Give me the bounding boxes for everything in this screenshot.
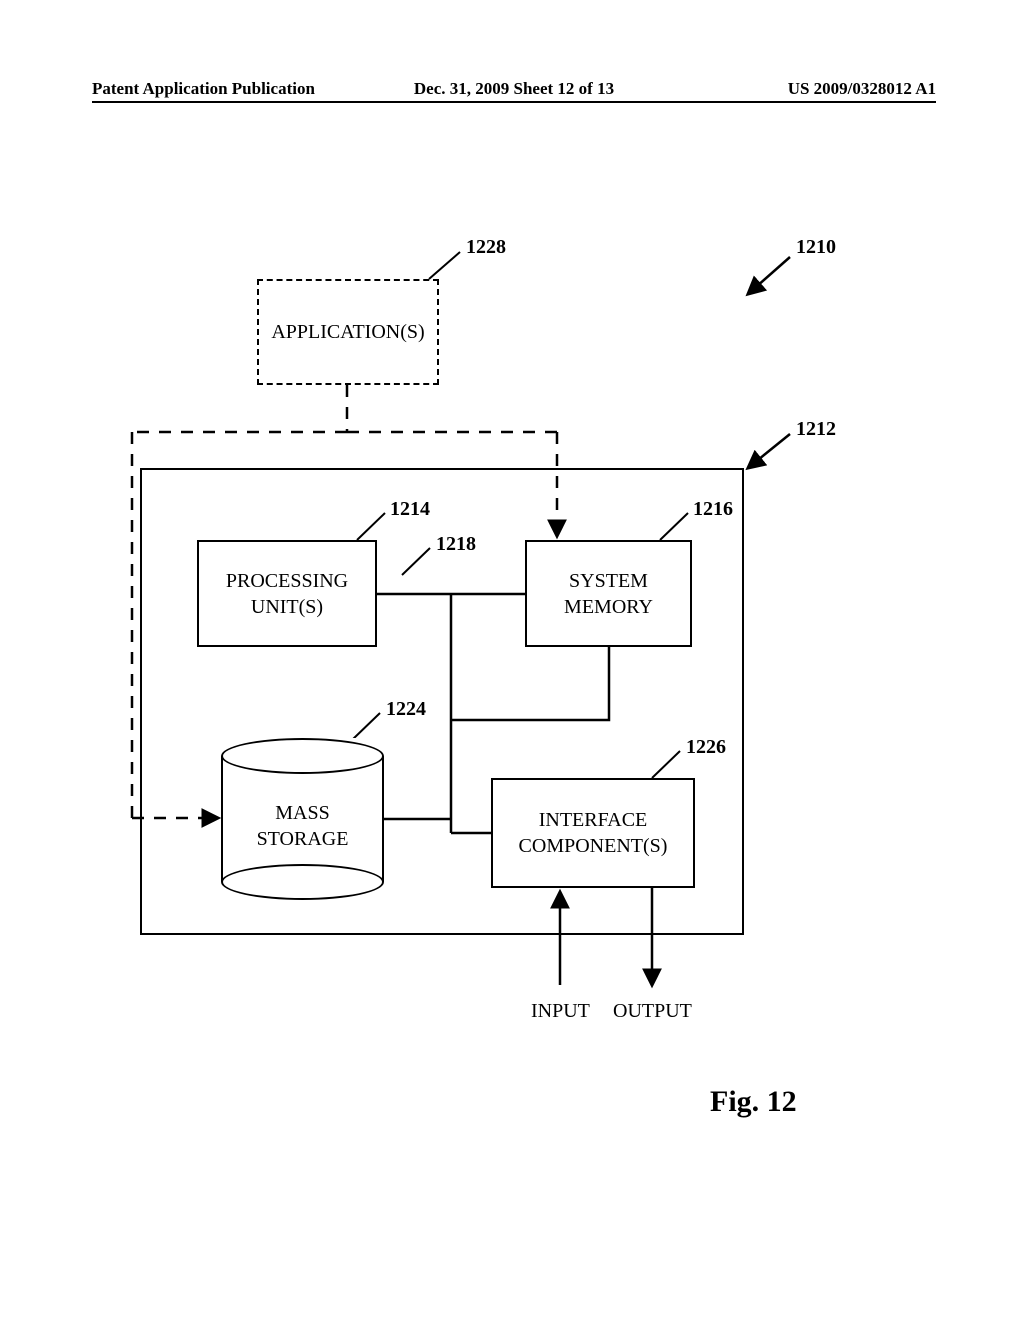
input-label: INPUT (531, 1000, 590, 1023)
interface-box: INTERFACE COMPONENT(S) (491, 778, 695, 888)
processing-label: PROCESSING UNIT(S) (226, 568, 348, 620)
ref-1228: 1228 (466, 236, 506, 259)
memory-label: SYSTEM MEMORY (564, 568, 653, 620)
diagram: APPLICATION(S) PROCESSING UNIT(S) SYSTEM… (0, 0, 1024, 1320)
interface-label: INTERFACE COMPONENT(S) (519, 807, 668, 859)
ref-1218: 1218 (436, 533, 476, 556)
ref-1212: 1212 (796, 418, 836, 441)
memory-box: SYSTEM MEMORY (525, 540, 692, 647)
processing-box: PROCESSING UNIT(S) (197, 540, 377, 647)
output-label: OUTPUT (613, 1000, 692, 1023)
ref-1214: 1214 (390, 498, 430, 521)
applications-label: APPLICATION(S) (271, 319, 424, 345)
ref-1226: 1226 (686, 736, 726, 759)
ref-1210: 1210 (796, 236, 836, 259)
ref-1224: 1224 (386, 698, 426, 721)
figure-caption: Fig. 12 (710, 1085, 797, 1119)
storage-label: MASS STORAGE (257, 802, 349, 850)
ref-1216: 1216 (693, 498, 733, 521)
applications-box: APPLICATION(S) (257, 279, 439, 385)
storage-cylinder: MASS STORAGE (221, 738, 384, 900)
